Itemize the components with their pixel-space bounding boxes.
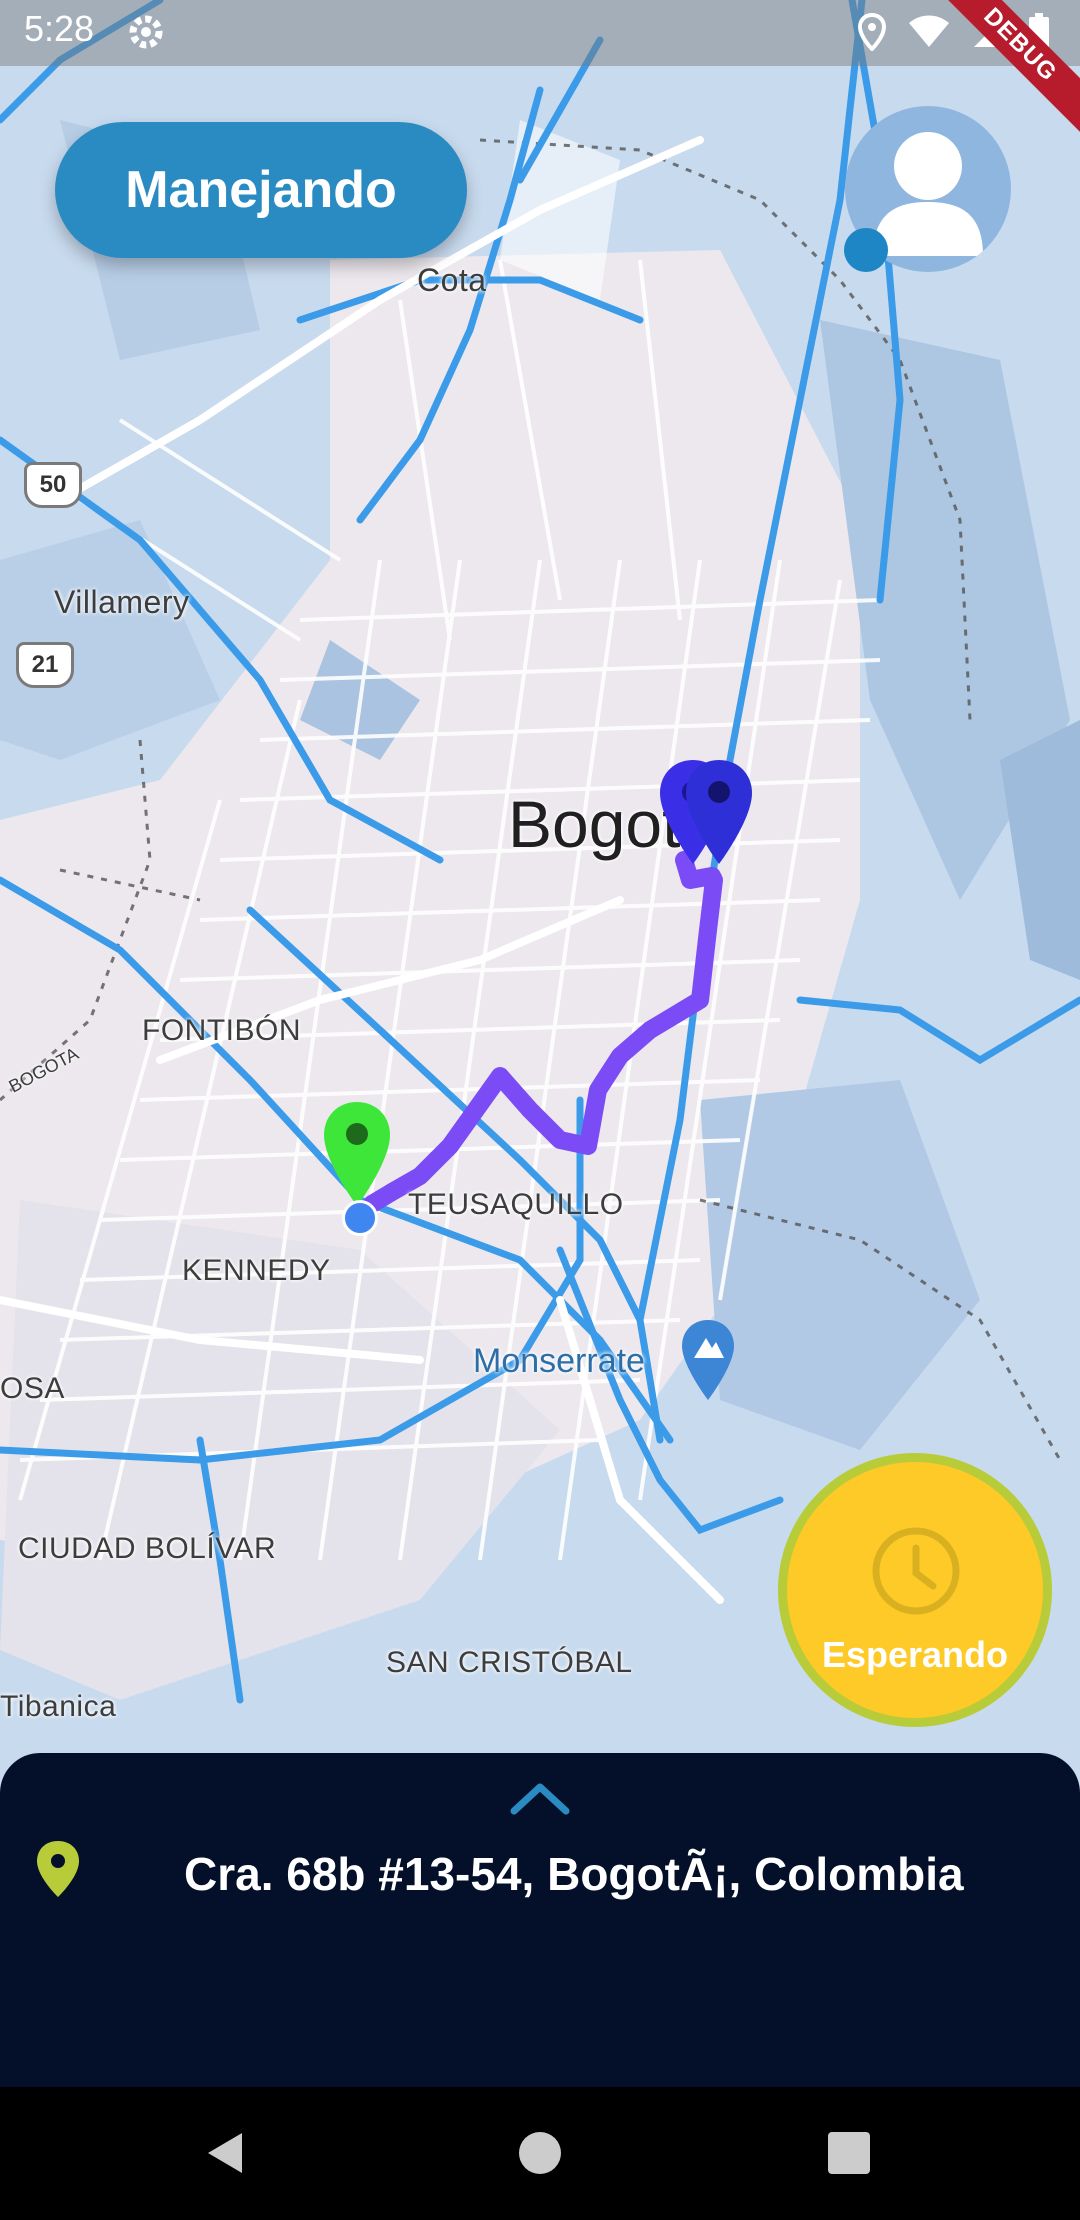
status-time: 5:28: [24, 8, 95, 49]
origin-marker-icon[interactable]: [322, 1100, 392, 1210]
map-label-teusaquillo: TEUSAQUILLO: [408, 1188, 624, 1221]
system-nav-bar: [0, 2087, 1080, 2220]
map-label-villamery: Villamery: [54, 584, 190, 620]
settings-icon: [129, 15, 163, 49]
location-pin-icon: [37, 1841, 79, 1897]
recents-icon[interactable]: [828, 2132, 870, 2174]
map-label-osa: OSA: [0, 1372, 65, 1405]
map-label-cota: Cota: [417, 262, 487, 298]
map-label-tibanica: Tibanica: [0, 1690, 117, 1723]
back-icon[interactable]: [202, 2129, 250, 2177]
map-label-san-cristobal: SAN CRISTÓBAL: [386, 1646, 633, 1679]
map-label-ciudad-bolivar: CIUDAD BOLÍVAR: [18, 1532, 277, 1565]
avatar-status-dot: [844, 228, 888, 272]
route-shield-21: 21: [16, 642, 74, 688]
home-icon[interactable]: [519, 2132, 561, 2174]
map-label-monserrate: Monserrate: [473, 1342, 645, 1380]
waiting-status-button[interactable]: Esperando: [778, 1453, 1052, 1727]
address-text: Cra. 68b #13-54, BogotÃ¡, Colombia: [184, 1848, 964, 1900]
mountain-poi-icon[interactable]: [680, 1318, 736, 1402]
route-shield-50: 50: [24, 462, 82, 508]
driving-mode-button[interactable]: Manejando: [55, 122, 467, 258]
chevron-up-icon[interactable]: [510, 1779, 570, 1815]
destination-marker-icon[interactable]: [684, 758, 754, 868]
current-location-dot: [342, 1200, 378, 1236]
bottom-panel[interactable]: Cra. 68b #13-54, BogotÃ¡, Colombia: [0, 1753, 1080, 2087]
map-label-fontibon: FONTIBÓN: [142, 1014, 301, 1047]
location-icon: [858, 13, 886, 51]
waiting-status-label: Esperando: [821, 1634, 1009, 1675]
map-label-kennedy: KENNEDY: [182, 1254, 331, 1287]
clock-icon: [872, 1527, 960, 1615]
wifi-icon: [909, 15, 949, 47]
status-bar: 5:28 DEBUG: [0, 0, 1080, 144]
